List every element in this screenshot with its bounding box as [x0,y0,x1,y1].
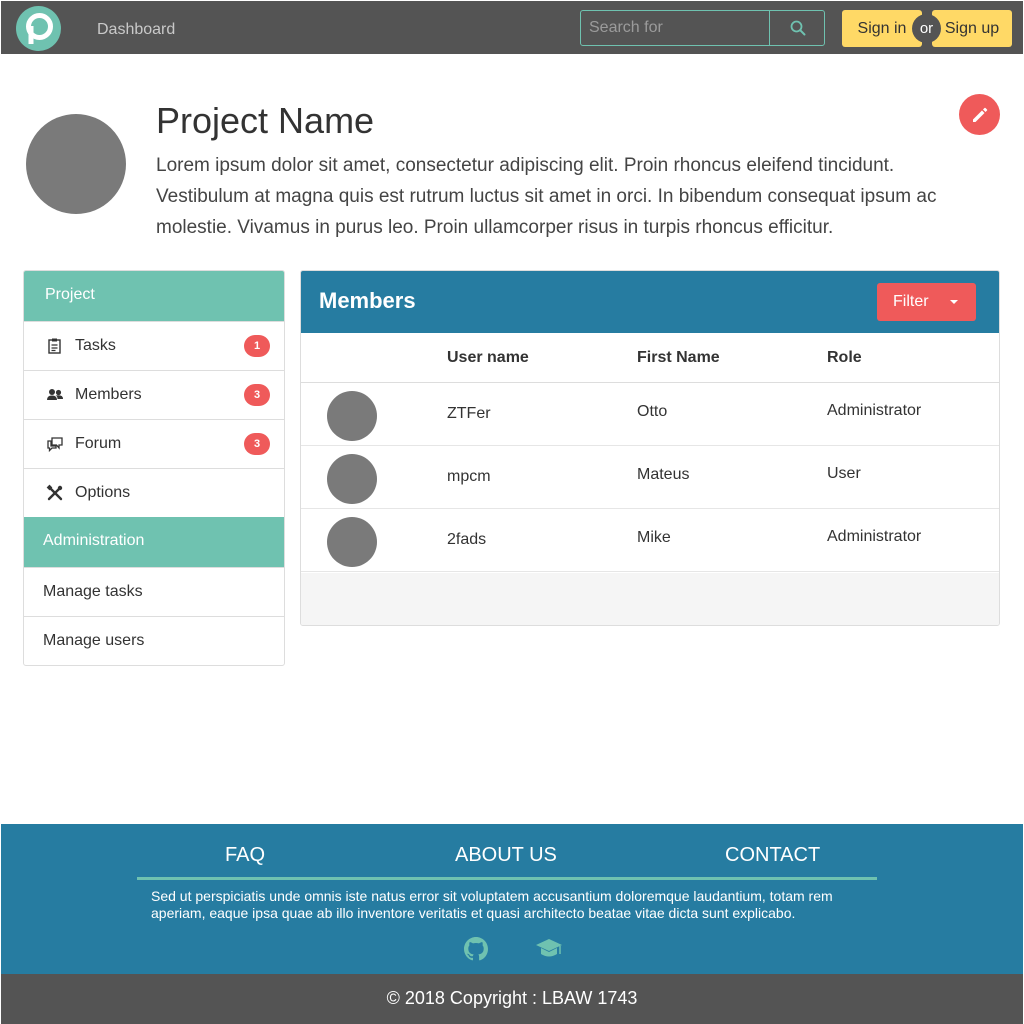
sidebar-item-forum[interactable]: Forum 3 [24,419,284,468]
project-title: Project Name [156,100,375,141]
caret-down-icon [950,300,958,304]
cell-role: Administrator [827,402,922,419]
cell-username: mpcm [447,468,491,485]
graduation-cap-icon[interactable] [535,935,563,963]
sidebar-item-tasks[interactable]: Tasks 1 [24,321,284,370]
cell-first-name: Mike [637,529,671,546]
column-header-role[interactable]: Role [827,349,862,367]
sidebar-item-manage-tasks[interactable]: Manage tasks [24,567,284,616]
footer-text: Sed ut perspiciatis unde omnis iste natu… [151,888,833,921]
logo-icon[interactable] [16,6,61,51]
avatar [327,517,377,567]
sidebar-item-label: Manage users [43,632,145,649]
sidebar-item-members[interactable]: Members 3 [24,370,284,419]
filter-dropdown-button[interactable]: Filter [877,283,976,321]
members-panel: Members Filter User name First Name Role… [300,270,1000,626]
or-separator: or [912,14,941,43]
sidebar-item-label: Forum [75,435,122,452]
count-badge: 1 [244,335,270,357]
auth-buttons: Sign in or Sign up [842,10,1012,47]
sign-up-button[interactable]: Sign up [932,10,1012,47]
column-header-first-name[interactable]: First Name [637,349,720,367]
nav-dashboard-link[interactable]: Dashboard [97,21,175,39]
project-sidebar: Project Tasks 1 Members 3 Forum 3 Option… [23,270,285,666]
page-footer: FAQ ABOUT US CONTACT Sed ut perspiciatis… [1,824,1023,974]
search-button[interactable] [770,11,825,45]
footer-divider [137,877,877,880]
project-avatar [26,114,126,214]
github-icon[interactable] [462,935,490,963]
avatar [327,454,377,504]
table-row[interactable]: ZTFer Otto Administrator [301,383,999,446]
sign-in-button[interactable]: Sign in [842,10,922,47]
project-description: Lorem ipsum dolor sit amet, consectetur … [156,155,937,238]
column-header-username[interactable]: User name [447,349,529,367]
count-badge: 3 [244,384,270,406]
footer-link-contact[interactable]: CONTACT [725,844,820,867]
footer-link-about-us[interactable]: ABOUT US [455,844,557,867]
sidebar-item-manage-users[interactable]: Manage users [24,616,284,665]
search-form [580,10,825,46]
members-panel-footer [301,573,999,625]
avatar [327,391,377,441]
top-navbar: Dashboard Sign in or Sign up [1,1,1023,54]
members-title: Members [319,288,416,313]
cell-role: Administrator [827,528,922,545]
table-row[interactable]: mpcm Mateus User [301,446,999,509]
footer-link-faq[interactable]: FAQ [225,844,265,867]
members-panel-header: Members Filter [301,271,999,333]
cell-username: 2fads [447,531,487,548]
search-icon [790,20,805,36]
sidebar-item-label: Members [75,386,142,403]
sidebar-item-label: Tasks [75,337,116,354]
cell-username: ZTFer [447,405,491,422]
pencil-icon [972,107,987,122]
sidebar-item-label: Options [75,484,131,501]
clipboard-icon [48,338,61,354]
sidebar-heading-administration: Administration [24,517,284,567]
table-row[interactable]: 2fads Mike Administrator [301,509,999,572]
sidebar-item-options[interactable]: Options [24,468,284,517]
filter-label: Filter [893,293,929,310]
members-table-header: User name First Name Role [301,333,999,383]
cell-first-name: Mateus [637,466,690,483]
users-icon [47,389,63,400]
count-badge: 3 [244,433,270,455]
tools-icon [46,484,63,501]
sidebar-heading-project: Project [24,271,284,321]
copyright-bar: © 2018 Copyright : LBAW 1743 [1,974,1023,1024]
cell-first-name: Otto [637,403,668,420]
sidebar-item-label: Manage tasks [43,583,143,600]
edit-project-button[interactable] [959,94,1000,135]
cell-role: User [827,465,861,482]
chat-icon [47,437,63,453]
search-input[interactable] [581,11,770,45]
